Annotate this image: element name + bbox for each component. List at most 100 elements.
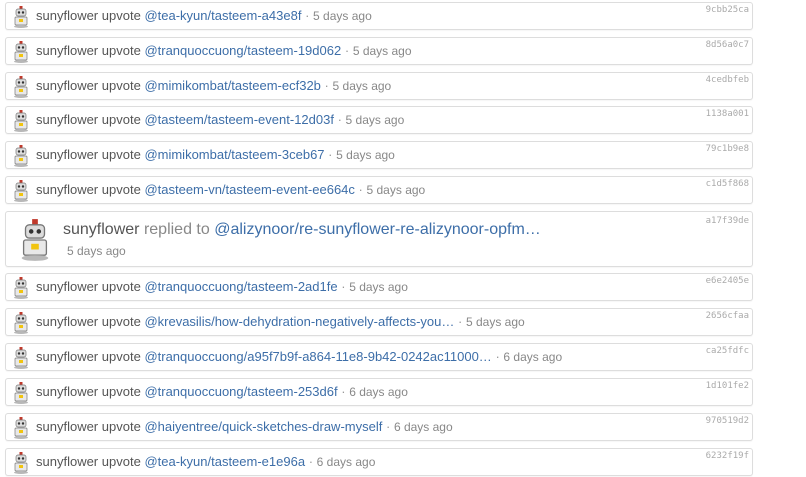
activity-row: sunyflower upvote @mimikombat/tasteem-ec… bbox=[5, 72, 753, 100]
robot-avatar-icon bbox=[14, 110, 28, 132]
activity-action: upvote bbox=[101, 182, 141, 197]
transaction-hash[interactable]: 9cbb25ca bbox=[706, 5, 749, 15]
robot-avatar-icon bbox=[21, 219, 49, 261]
transaction-hash[interactable]: 1138a001 bbox=[706, 109, 749, 119]
activity-action: upvote bbox=[101, 279, 141, 294]
transaction-hash[interactable]: 79c1b9e8 bbox=[706, 144, 749, 154]
post-link[interactable]: @tea-kyun/tasteem-a43e8f bbox=[144, 8, 301, 23]
transaction-hash[interactable]: e6e2405e bbox=[706, 276, 749, 286]
activity-row: sunyflower upvote @tasteem/tasteem-event… bbox=[5, 106, 753, 134]
post-link[interactable]: @krevasilis/how-dehydration-negatively-a… bbox=[144, 314, 454, 329]
post-link[interactable]: @tranquoccuong/tasteem-2ad1fe bbox=[144, 279, 337, 294]
username[interactable]: sunyflower bbox=[36, 454, 98, 469]
separator: · bbox=[341, 384, 346, 399]
activity-line: sunyflower upvote @tranquoccuong/tasteem… bbox=[36, 43, 412, 59]
robot-avatar-icon bbox=[14, 145, 28, 167]
robot-avatar-icon bbox=[14, 6, 28, 28]
timestamp: 6 days ago bbox=[393, 420, 453, 434]
activity-row-reply: sunyflower replied to @alizynoor/re-suny… bbox=[5, 211, 753, 267]
activity-line: sunyflower upvote @tranquoccuong/a95f7b9… bbox=[36, 349, 562, 365]
username[interactable]: sunyflower bbox=[36, 147, 98, 162]
activity-action: upvote bbox=[101, 43, 141, 58]
post-link[interactable]: @mimikombat/tasteem-3ceb67 bbox=[144, 147, 324, 162]
post-link[interactable]: @tea-kyun/tasteem-e1e96a bbox=[144, 454, 305, 469]
activity-action: upvote bbox=[101, 147, 141, 162]
username[interactable]: sunyflower bbox=[36, 279, 98, 294]
timestamp: 6 days ago bbox=[349, 385, 408, 399]
transaction-hash[interactable]: 6232f19f bbox=[706, 451, 749, 461]
timestamp: 5 days ago bbox=[332, 79, 392, 93]
separator: · bbox=[328, 147, 333, 162]
activity-line: sunyflower upvote @haiyentree/quick-sket… bbox=[36, 419, 453, 435]
transaction-hash[interactable]: 970519d2 bbox=[706, 416, 749, 426]
transaction-hash[interactable]: 8d56a0c7 bbox=[706, 40, 749, 50]
username[interactable]: sunyflower bbox=[36, 78, 98, 93]
username[interactable]: sunyflower bbox=[36, 43, 98, 58]
activity-action: upvote bbox=[101, 112, 141, 127]
activity-row: sunyflower upvote @tranquoccuong/a95f7b9… bbox=[5, 343, 753, 371]
activity-row: sunyflower upvote @mimikombat/tasteem-3c… bbox=[5, 141, 753, 169]
robot-avatar-icon bbox=[14, 417, 28, 439]
robot-avatar-icon bbox=[14, 312, 28, 334]
username[interactable]: sunyflower bbox=[36, 112, 98, 127]
activity-line: sunyflower upvote @mimikombat/tasteem-3c… bbox=[36, 147, 395, 163]
activity-line: sunyflower replied to @alizynoor/re-suny… bbox=[63, 220, 541, 240]
username[interactable]: sunyflower bbox=[36, 384, 98, 399]
activity-row: sunyflower upvote @krevasilis/how-dehydr… bbox=[5, 308, 753, 336]
username[interactable]: sunyflower bbox=[36, 419, 98, 434]
username[interactable]: sunyflower bbox=[36, 314, 98, 329]
post-link[interactable]: @mimikombat/tasteem-ecf32b bbox=[144, 78, 320, 93]
activity-row: sunyflower upvote @tea-kyun/tasteem-e1e9… bbox=[5, 448, 753, 476]
timestamp: 5 days ago bbox=[366, 183, 426, 197]
timestamp: 5 days ago bbox=[352, 44, 412, 58]
robot-avatar-icon bbox=[14, 277, 28, 299]
activity-row: sunyflower upvote @tranquoccuong/tasteem… bbox=[5, 273, 753, 301]
robot-avatar-icon bbox=[14, 452, 28, 474]
timestamp: 5 days ago bbox=[67, 244, 126, 258]
activity-line: sunyflower upvote @krevasilis/how-dehydr… bbox=[36, 314, 525, 330]
post-link[interactable]: @alizynoor/re-sunyflower-re-alizynoor-op… bbox=[214, 221, 541, 238]
activity-line: sunyflower upvote @tranquoccuong/tasteem… bbox=[36, 384, 408, 400]
post-link[interactable]: @tranquoccuong/a95f7b9f-a864-11e8-9b42-0… bbox=[144, 349, 491, 364]
transaction-hash[interactable]: 1d101fe2 bbox=[706, 381, 749, 391]
timestamp: 5 days ago bbox=[465, 315, 525, 329]
timestamp: 5 days ago bbox=[349, 280, 408, 294]
timestamp: 6 days ago bbox=[503, 350, 563, 364]
username[interactable]: sunyflower bbox=[36, 182, 98, 197]
separator: · bbox=[305, 8, 310, 23]
activity-action: upvote bbox=[101, 78, 141, 93]
activity-row: sunyflower upvote @tranquoccuong/tasteem… bbox=[5, 37, 753, 65]
separator: · bbox=[344, 43, 350, 58]
post-link[interactable]: @haiyentree/quick-sketches-draw-myself bbox=[144, 419, 382, 434]
activity-action: upvote bbox=[101, 454, 141, 469]
transaction-hash[interactable]: a17f39de bbox=[706, 216, 749, 226]
username[interactable]: sunyflower bbox=[36, 349, 98, 364]
post-link[interactable]: @tasteem-vn/tasteem-event-ee664c bbox=[144, 182, 354, 197]
timestamp: 6 days ago bbox=[316, 455, 376, 469]
activity-row: sunyflower upvote @haiyentree/quick-sket… bbox=[5, 413, 753, 441]
activity-line: sunyflower upvote @tranquoccuong/tasteem… bbox=[36, 279, 408, 295]
transaction-hash[interactable]: c1d5f868 bbox=[706, 179, 749, 189]
transaction-hash[interactable]: 2656cfaa bbox=[706, 311, 749, 321]
post-link[interactable]: @tranquoccuong/tasteem-253d6f bbox=[144, 384, 337, 399]
activity-action: upvote bbox=[101, 8, 141, 23]
activity-row: sunyflower upvote @tasteem-vn/tasteem-ev… bbox=[5, 176, 753, 204]
robot-avatar-icon bbox=[14, 347, 28, 369]
post-link[interactable]: @tasteem/tasteem-event-12d03f bbox=[144, 112, 334, 127]
activity-action: replied to bbox=[143, 221, 210, 238]
transaction-hash[interactable]: ca25fdfc bbox=[706, 346, 749, 356]
transaction-hash[interactable]: 4cedbfeb bbox=[706, 75, 749, 85]
username[interactable]: sunyflower bbox=[63, 221, 139, 238]
separator: · bbox=[308, 454, 314, 469]
username[interactable]: sunyflower bbox=[36, 8, 98, 23]
separator: · bbox=[385, 419, 391, 434]
timestamp: 5 days ago bbox=[336, 148, 395, 162]
robot-avatar-icon bbox=[14, 41, 28, 63]
activity-action: upvote bbox=[101, 384, 141, 399]
separator: · bbox=[458, 314, 463, 329]
post-link[interactable]: @tranquoccuong/tasteem-19d062 bbox=[144, 43, 341, 58]
activity-action: upvote bbox=[101, 419, 141, 434]
separator: · bbox=[324, 78, 329, 93]
activity-line: sunyflower upvote @tea-kyun/tasteem-a43e… bbox=[36, 8, 372, 24]
activity-action: upvote bbox=[101, 349, 141, 364]
